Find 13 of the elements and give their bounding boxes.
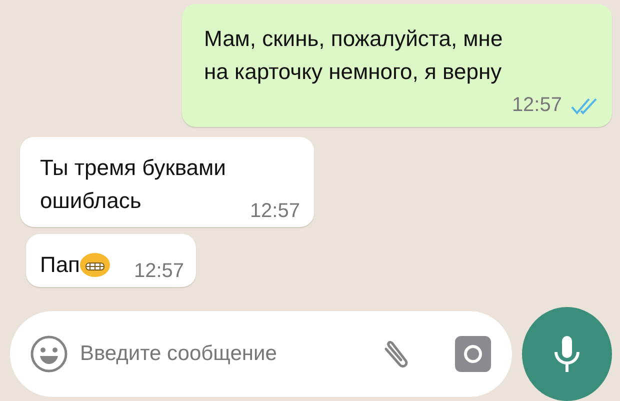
message-time: 12:57	[512, 94, 562, 117]
message-time: 12:57	[250, 200, 300, 222]
microphone-icon	[554, 335, 580, 373]
message-text: Мам, скинь, пожалуйста, мне	[204, 25, 504, 53]
message-text: Пап	[40, 248, 110, 281]
message-text: Ты тремя буквами	[40, 154, 226, 182]
camera-icon[interactable]	[454, 335, 492, 373]
grinning-face-icon	[80, 252, 110, 278]
message-time: 12:57	[134, 260, 184, 282]
smiley-icon[interactable]	[30, 335, 68, 373]
message-input[interactable]: Введите сообщение	[78, 341, 368, 367]
message-text: ошиблась	[40, 187, 142, 215]
message-text: на карточку немного, я верну	[204, 58, 503, 86]
